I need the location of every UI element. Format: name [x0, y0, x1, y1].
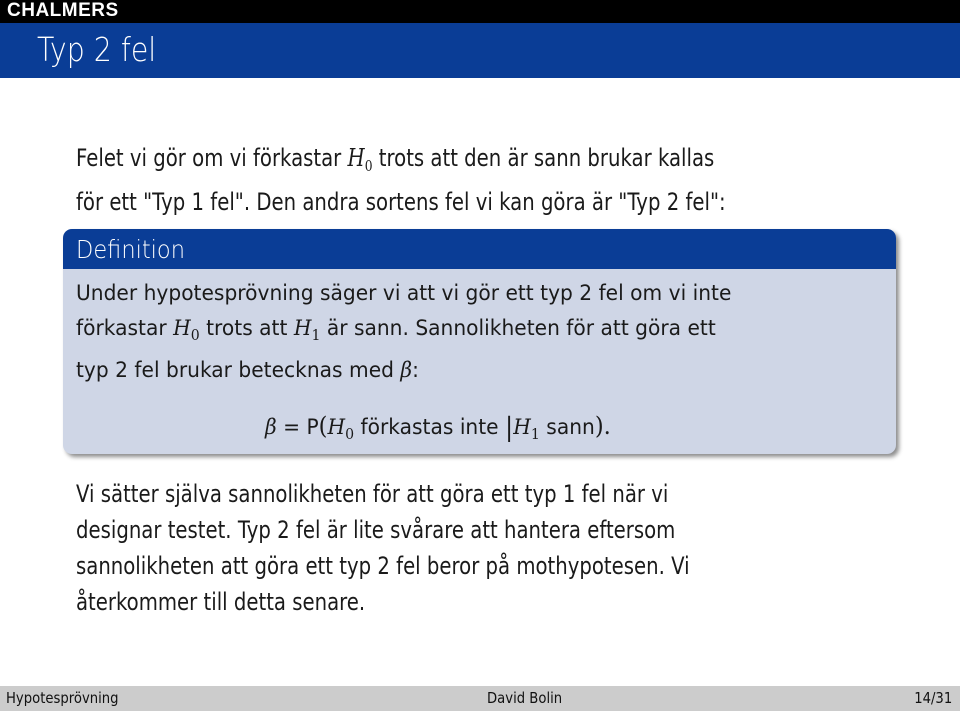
outro-paragraph: Vi sätter själva sannolikheten för att g…: [76, 476, 690, 620]
math-h0: H: [347, 144, 365, 172]
formula-close-paren: ).: [594, 412, 611, 440]
chalmers-logo: CHALMERS: [7, 0, 119, 21]
math-beta: β: [265, 415, 277, 440]
formula-eq: = P: [276, 415, 319, 440]
text: Felet vi gör om vi förkastar: [76, 144, 348, 172]
math-subscript: 0: [190, 326, 200, 344]
definition-header: Definition: [63, 229, 896, 269]
outro-line-3: sannolikheten att göra ett typ 2 fel ber…: [76, 552, 690, 580]
text: förkastar: [76, 316, 174, 341]
text: är sann. Sannolikheten för att göra ett: [320, 316, 716, 341]
definition-line-1: Under hypotesprövning säger vi att vi gö…: [76, 281, 732, 306]
text: trots att den är sann brukar kallas: [372, 144, 715, 172]
math-subscript: 1: [311, 326, 321, 344]
footer-section: Hypotesprövning: [6, 689, 119, 707]
beta-formula: β = P(H0 förkastas inte |H1 sann).: [265, 409, 611, 451]
definition-line-2: förkastar H0 trots att H1 är sann. Sanno…: [76, 311, 731, 353]
math-h0: H: [327, 415, 346, 440]
intro-line-2: för ett "Typ 1 fel". Den andra sortens f…: [76, 188, 726, 216]
text: :: [412, 358, 419, 383]
footer: Hypotesprövning David Bolin 14/31: [0, 686, 960, 711]
intro-paragraph: Felet vi gör om vi förkastar H0 trots at…: [76, 140, 726, 220]
definition-body: Under hypotesprövning säger vi att vi gö…: [76, 276, 731, 388]
text: typ 2 fel brukar betecknas med: [76, 358, 401, 383]
definition-line-3: typ 2 fel brukar betecknas med β:: [76, 353, 731, 388]
page-number: 14/31: [913, 689, 952, 707]
footer-author: David Bolin: [487, 689, 563, 707]
slide-title: Typ 2 fel: [37, 30, 157, 69]
formula-text: sann: [539, 415, 595, 440]
math-subscript: 0: [345, 425, 355, 443]
definition-block: Definition Under hypotesprövning säger v…: [63, 229, 896, 454]
definition-heading: Definition: [76, 235, 185, 264]
outro-line-4: återkommer till detta senare.: [76, 588, 366, 616]
math-h1: H: [293, 316, 312, 341]
math-subscript: 0: [364, 157, 373, 175]
intro-line-1: Felet vi gör om vi förkastar H0 trots at…: [76, 140, 726, 184]
outro-line-1: Vi sätter själva sannolikheten för att g…: [76, 480, 669, 508]
math-h1: H: [513, 415, 531, 440]
top-bar: CHALMERS: [0, 0, 960, 23]
text: trots att: [199, 316, 294, 341]
formula-text: förkastas inte: [354, 415, 506, 440]
math-h0: H: [173, 316, 191, 341]
outro-line-2: designar testet. Typ 2 fel är lite svåra…: [76, 516, 676, 544]
math-beta: β: [400, 358, 413, 383]
formula-conditional-bar: |: [505, 413, 514, 443]
